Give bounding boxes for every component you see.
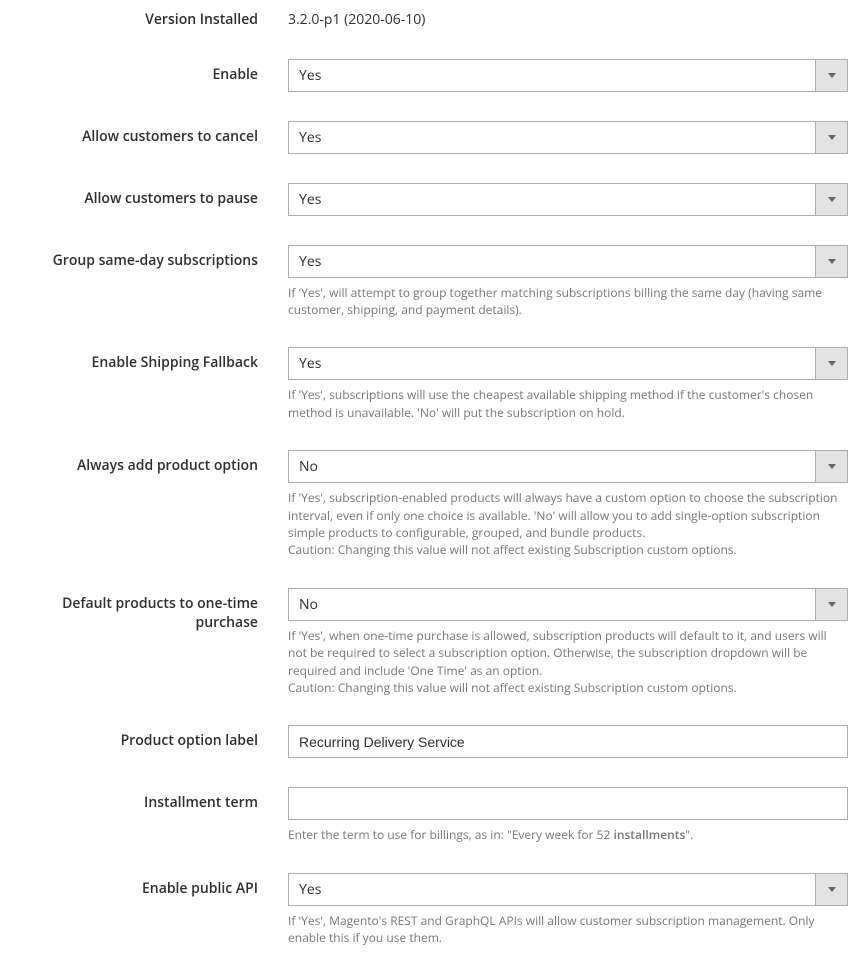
label-text: Allow customers to cancel <box>82 127 258 146</box>
note-suffix: ". <box>685 826 693 843</box>
field-product-option-label: Product option label <box>0 725 863 758</box>
label-always-add-option: Always add product option <box>0 450 288 475</box>
label-text: Version Installed <box>145 10 258 29</box>
field-enable: Enable Yes <box>0 59 863 92</box>
control-product-option-label <box>288 725 863 758</box>
field-allow-pause: Allow customers to pause Yes <box>0 183 863 216</box>
label-allow-cancel: Allow customers to cancel <box>0 121 288 146</box>
note-enable-public-api: If 'Yes', Magento's REST and GraphQL API… <box>288 912 848 947</box>
label-text: Installment term <box>144 793 258 812</box>
note-default-one-time: If 'Yes', when one-time purchase is allo… <box>288 627 848 697</box>
field-installment-term: Installment term Enter the term to use f… <box>0 787 863 843</box>
label-allow-pause: Allow customers to pause <box>0 183 288 208</box>
value-version-installed: 3.2.0-p1 (2020-06-10) <box>288 10 863 30</box>
field-enable-public-api: Enable public API Yes If 'Yes', Magento'… <box>0 873 863 947</box>
input-product-option-label[interactable] <box>288 725 848 758</box>
note-caution: Caution: Changing this value will not af… <box>288 541 848 558</box>
field-default-one-time: Default products to one-time purchase No… <box>0 588 863 697</box>
label-text: Default products to one-time purchase <box>62 594 258 632</box>
note-text: If 'Yes', subscription-enabled products … <box>288 489 838 541</box>
select-value: Yes <box>288 183 848 216</box>
field-shipping-fallback: Enable Shipping Fallback Yes If 'Yes', s… <box>0 347 863 421</box>
control-allow-pause: Yes <box>288 183 863 216</box>
control-allow-cancel: Yes <box>288 121 863 154</box>
label-product-option-label: Product option label <box>0 725 288 750</box>
select-group-same-day[interactable]: Yes <box>288 245 848 278</box>
label-text: Group same-day subscriptions <box>53 251 258 270</box>
note-text: If 'Yes', when one-time purchase is allo… <box>288 627 827 679</box>
label-version-installed: Version Installed <box>0 10 288 29</box>
label-shipping-fallback: Enable Shipping Fallback <box>0 347 288 372</box>
label-enable-public-api: Enable public API <box>0 873 288 898</box>
label-text: Product option label <box>121 731 258 750</box>
label-text: Enable public API <box>142 879 258 898</box>
input-installment-term[interactable] <box>288 787 848 820</box>
note-shipping-fallback: If 'Yes', subscriptions will use the che… <box>288 386 848 421</box>
label-installment-term: Installment term <box>0 787 288 812</box>
control-enable-public-api: Yes If 'Yes', Magento's REST and GraphQL… <box>288 873 863 947</box>
select-enable[interactable]: Yes <box>288 59 848 92</box>
note-group-same-day: If 'Yes', will attempt to group together… <box>288 284 848 319</box>
select-allow-pause[interactable]: Yes <box>288 183 848 216</box>
select-value: Yes <box>288 245 848 278</box>
label-default-one-time: Default products to one-time purchase <box>0 588 288 632</box>
control-enable: Yes <box>288 59 863 92</box>
select-value: Yes <box>288 121 848 154</box>
select-enable-public-api[interactable]: Yes <box>288 873 848 906</box>
field-always-add-option: Always add product option No If 'Yes', s… <box>0 450 863 559</box>
select-value: No <box>288 450 848 483</box>
label-text: Enable Shipping Fallback <box>92 353 258 372</box>
select-value: No <box>288 588 848 621</box>
control-default-one-time: No If 'Yes', when one-time purchase is a… <box>288 588 863 697</box>
select-value: Yes <box>288 59 848 92</box>
label-text: Enable <box>212 65 258 84</box>
field-version-installed: Version Installed 3.2.0-p1 (2020-06-10) <box>0 10 863 30</box>
control-group-same-day: Yes If 'Yes', will attempt to group toge… <box>288 245 863 319</box>
note-installment-term: Enter the term to use for billings, as i… <box>288 826 848 843</box>
select-default-one-time[interactable]: No <box>288 588 848 621</box>
value-text: 3.2.0-p1 (2020-06-10) <box>288 10 425 29</box>
select-always-add-option[interactable]: No <box>288 450 848 483</box>
note-caution: Caution: Changing this value will not af… <box>288 679 848 696</box>
label-group-same-day: Group same-day subscriptions <box>0 245 288 270</box>
note-prefix: Enter the term to use for billings, as i… <box>288 826 614 843</box>
control-shipping-fallback: Yes If 'Yes', subscriptions will use the… <box>288 347 863 421</box>
note-strong: installments <box>614 826 686 843</box>
control-always-add-option: No If 'Yes', subscription-enabled produc… <box>288 450 863 559</box>
select-allow-cancel[interactable]: Yes <box>288 121 848 154</box>
field-allow-cancel: Allow customers to cancel Yes <box>0 121 863 154</box>
label-text: Allow customers to pause <box>84 189 258 208</box>
select-shipping-fallback[interactable]: Yes <box>288 347 848 380</box>
select-value: Yes <box>288 873 848 906</box>
control-installment-term: Enter the term to use for billings, as i… <box>288 787 863 843</box>
label-text: Always add product option <box>77 456 258 475</box>
note-always-add-option: If 'Yes', subscription-enabled products … <box>288 489 848 559</box>
select-value: Yes <box>288 347 848 380</box>
label-enable: Enable <box>0 59 288 84</box>
field-group-same-day: Group same-day subscriptions Yes If 'Yes… <box>0 245 863 319</box>
